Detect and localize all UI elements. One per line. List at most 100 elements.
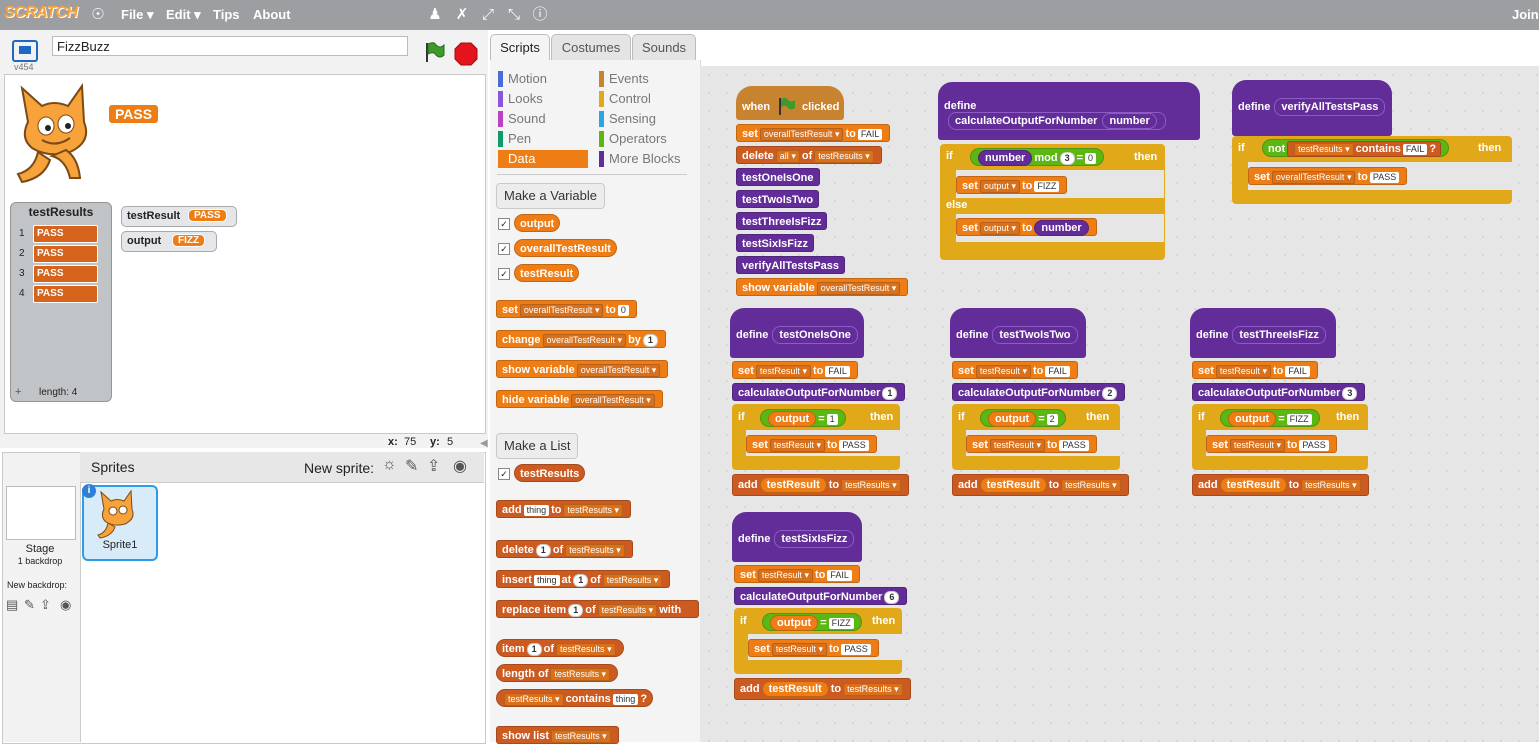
call-calc-block[interactable]: calculateOutputForNumber 6 <box>734 587 908 605</box>
join-link[interactable]: Join <box>1512 7 1539 22</box>
tips-menu[interactable]: Tips <box>213 7 240 22</box>
cut-icon[interactable]: ✗ <box>453 6 471 24</box>
make-list-button[interactable]: Make a List <box>496 433 579 459</box>
variable-monitor-testresult[interactable]: testResult PASS <box>121 206 237 227</box>
call-test-two-is-two[interactable]: testTwoIsTwo <box>736 190 820 208</box>
list-add-button[interactable]: + <box>15 386 21 398</box>
edit-menu[interactable]: Edit ▾ <box>166 7 201 23</box>
upload-sprite-icon[interactable]: ⇪ <box>427 456 440 476</box>
palette-item-block[interactable]: item 1 of testResults <box>496 639 624 657</box>
set-test-result-pass[interactable]: settestResulttoPASS <box>966 435 1097 453</box>
category-more-blocks[interactable]: More Blocks <box>599 150 699 168</box>
equals-block[interactable]: output = 2 <box>980 409 1066 428</box>
define-test-hat[interactable]: define testSixIsFizz <box>732 512 862 562</box>
checkbox-test-results[interactable]: ✓ <box>498 468 510 480</box>
make-variable-button[interactable]: Make a Variable <box>496 183 605 209</box>
shrink-icon[interactable]: ⤡ <box>505 6 523 24</box>
stop-icon[interactable] <box>454 42 478 66</box>
define-calc-hat[interactable]: definecalculateOutputForNumber number <box>938 82 1200 140</box>
help-icon[interactable]: ⓘ <box>531 6 549 24</box>
set-test-result-pass[interactable]: settestResulttoPASS <box>746 435 877 453</box>
category-sensing[interactable]: Sensing <box>599 110 699 128</box>
stage-thumbnail[interactable] <box>6 486 76 540</box>
category-sound[interactable]: Sound <box>498 110 600 128</box>
category-events[interactable]: Events <box>599 70 699 88</box>
camera-sprite-icon[interactable]: ◉ <box>453 456 467 476</box>
call-test-three-is-fizz[interactable]: testThreeIsFizz <box>736 212 828 230</box>
palette-add-block[interactable]: add thing to testResults <box>496 500 632 518</box>
palette-contains-block[interactable]: testResultscontainsthing? <box>496 689 654 707</box>
category-data[interactable]: Data <box>498 150 588 168</box>
add-to-list-block[interactable]: add testResult to testResults <box>1192 474 1369 496</box>
paint-sprite-icon[interactable]: ✎ <box>405 456 418 476</box>
define-test-hat[interactable]: define testOneIsOne <box>730 308 864 358</box>
set-overall-fail-block[interactable]: setoverallTestResulttoFAIL <box>736 124 891 142</box>
not-block[interactable]: nottestResultscontainsFAIL? <box>1262 139 1450 158</box>
checkbox-test-result[interactable]: ✓ <box>498 268 510 280</box>
tab-sounds[interactable]: Sounds <box>632 34 696 61</box>
sprite-info-icon[interactable]: i <box>82 484 96 498</box>
scratch-cat-icon[interactable] <box>8 82 104 186</box>
set-overall-pass-block[interactable]: setoverallTestResulttoPASS <box>1248 167 1408 185</box>
set-test-result-fail[interactable]: settestResulttoFAIL <box>734 565 860 583</box>
define-test-hat[interactable]: define testTwoIsTwo <box>950 308 1086 358</box>
define-verify-hat[interactable]: define verifyAllTestsPass <box>1232 80 1392 136</box>
set-test-result-pass[interactable]: settestResulttoPASS <box>1206 435 1337 453</box>
reporter-overall-test-result[interactable]: overallTestResult <box>514 239 617 257</box>
add-to-list-block[interactable]: add testResult to testResults <box>732 474 909 496</box>
category-motion[interactable]: Motion <box>498 70 600 88</box>
palette-show-list-block[interactable]: show list testResults <box>496 726 619 744</box>
palette-set-block[interactable]: setoverallTestResultto0 <box>496 300 637 318</box>
collapse-arrow-icon[interactable]: ◀ <box>480 438 488 449</box>
define-test-hat[interactable]: define testThreeIsFizz <box>1190 308 1336 358</box>
equals-block[interactable]: output = FIZZ <box>762 613 862 632</box>
call-test-six-is-fizz[interactable]: testSixIsFizz <box>736 234 815 252</box>
palette-hide-variable-block[interactable]: hide variable overallTestResult <box>496 390 663 408</box>
scratch-logo[interactable]: SCRATCH <box>4 4 78 26</box>
project-title-input[interactable]: FizzBuzz <box>52 36 408 56</box>
checkbox-overall[interactable]: ✓ <box>498 243 510 255</box>
grow-icon[interactable]: ⤢ <box>479 6 497 24</box>
green-flag-icon[interactable] <box>422 40 446 64</box>
palette-delete-block[interactable]: delete 1 of testResults <box>496 540 633 558</box>
palette-length-block[interactable]: length of testResults <box>496 664 619 682</box>
category-operators[interactable]: Operators <box>599 130 699 148</box>
add-to-list-block[interactable]: add testResult to testResults <box>734 678 911 700</box>
sprite-library-icon[interactable]: ☼ <box>382 456 397 474</box>
set-output-number-block[interactable]: setoutputtonumber <box>956 218 1097 237</box>
set-test-result-fail[interactable]: settestResulttoFAIL <box>1192 361 1318 379</box>
call-calc-block[interactable]: calculateOutputForNumber 3 <box>1192 383 1366 401</box>
fullscreen-icon[interactable] <box>12 40 38 62</box>
set-test-result-fail[interactable]: settestResulttoFAIL <box>732 361 858 379</box>
call-calc-block[interactable]: calculateOutputForNumber 1 <box>732 383 906 401</box>
category-looks[interactable]: Looks <box>498 90 600 108</box>
paint-backdrop-icon[interactable]: ✎ <box>24 597 35 613</box>
reporter-test-result[interactable]: testResult <box>514 264 580 282</box>
add-to-list-block[interactable]: add testResult to testResults <box>952 474 1129 496</box>
upload-backdrop-icon[interactable]: ⇪ <box>40 597 51 613</box>
category-pen[interactable]: Pen <box>498 130 600 148</box>
list-monitor[interactable]: testResults 1 PASS 2 PASS 3 PASS 4 PASS + le… <box>10 202 112 402</box>
when-flag-hat-block[interactable]: when clicked <box>736 86 844 120</box>
call-calc-block[interactable]: calculateOutputForNumber 2 <box>952 383 1126 401</box>
set-test-result-pass[interactable]: settestResulttoPASS <box>748 639 879 657</box>
call-verify-all-tests-pass[interactable]: verifyAllTestsPass <box>736 256 846 274</box>
globe-icon[interactable]: ☉ <box>89 6 107 24</box>
tab-costumes[interactable]: Costumes <box>551 34 631 61</box>
palette-change-block[interactable]: changeoverallTestResultby1 <box>496 330 666 348</box>
backdrop-library-icon[interactable]: ▤ <box>6 597 18 613</box>
call-test-one-is-one[interactable]: testOneIsOne <box>736 168 820 186</box>
file-menu[interactable]: File ▾ <box>121 7 154 23</box>
equals-block[interactable]: output = 1 <box>760 409 846 428</box>
set-test-result-fail[interactable]: settestResulttoFAIL <box>952 361 1078 379</box>
equals-block[interactable]: output = FIZZ <box>1220 409 1320 428</box>
camera-backdrop-icon[interactable]: ◉ <box>60 597 71 613</box>
show-variable-block[interactable]: show variable overallTestResult <box>736 278 909 296</box>
delete-all-block[interactable]: deletealloftestResults <box>736 146 882 164</box>
palette-insert-block[interactable]: insert thing at 1 of testResults <box>496 570 671 588</box>
palette-replace-block[interactable]: replace item1oftestResultswith <box>496 600 699 618</box>
equals-mod-block[interactable]: number mod 3 = 0 <box>970 148 1105 167</box>
palette-show-variable-block[interactable]: show variable overallTestResult <box>496 360 669 378</box>
checkbox-output[interactable]: ✓ <box>498 218 510 230</box>
variable-monitor-output[interactable]: output FIZZ <box>121 231 217 252</box>
